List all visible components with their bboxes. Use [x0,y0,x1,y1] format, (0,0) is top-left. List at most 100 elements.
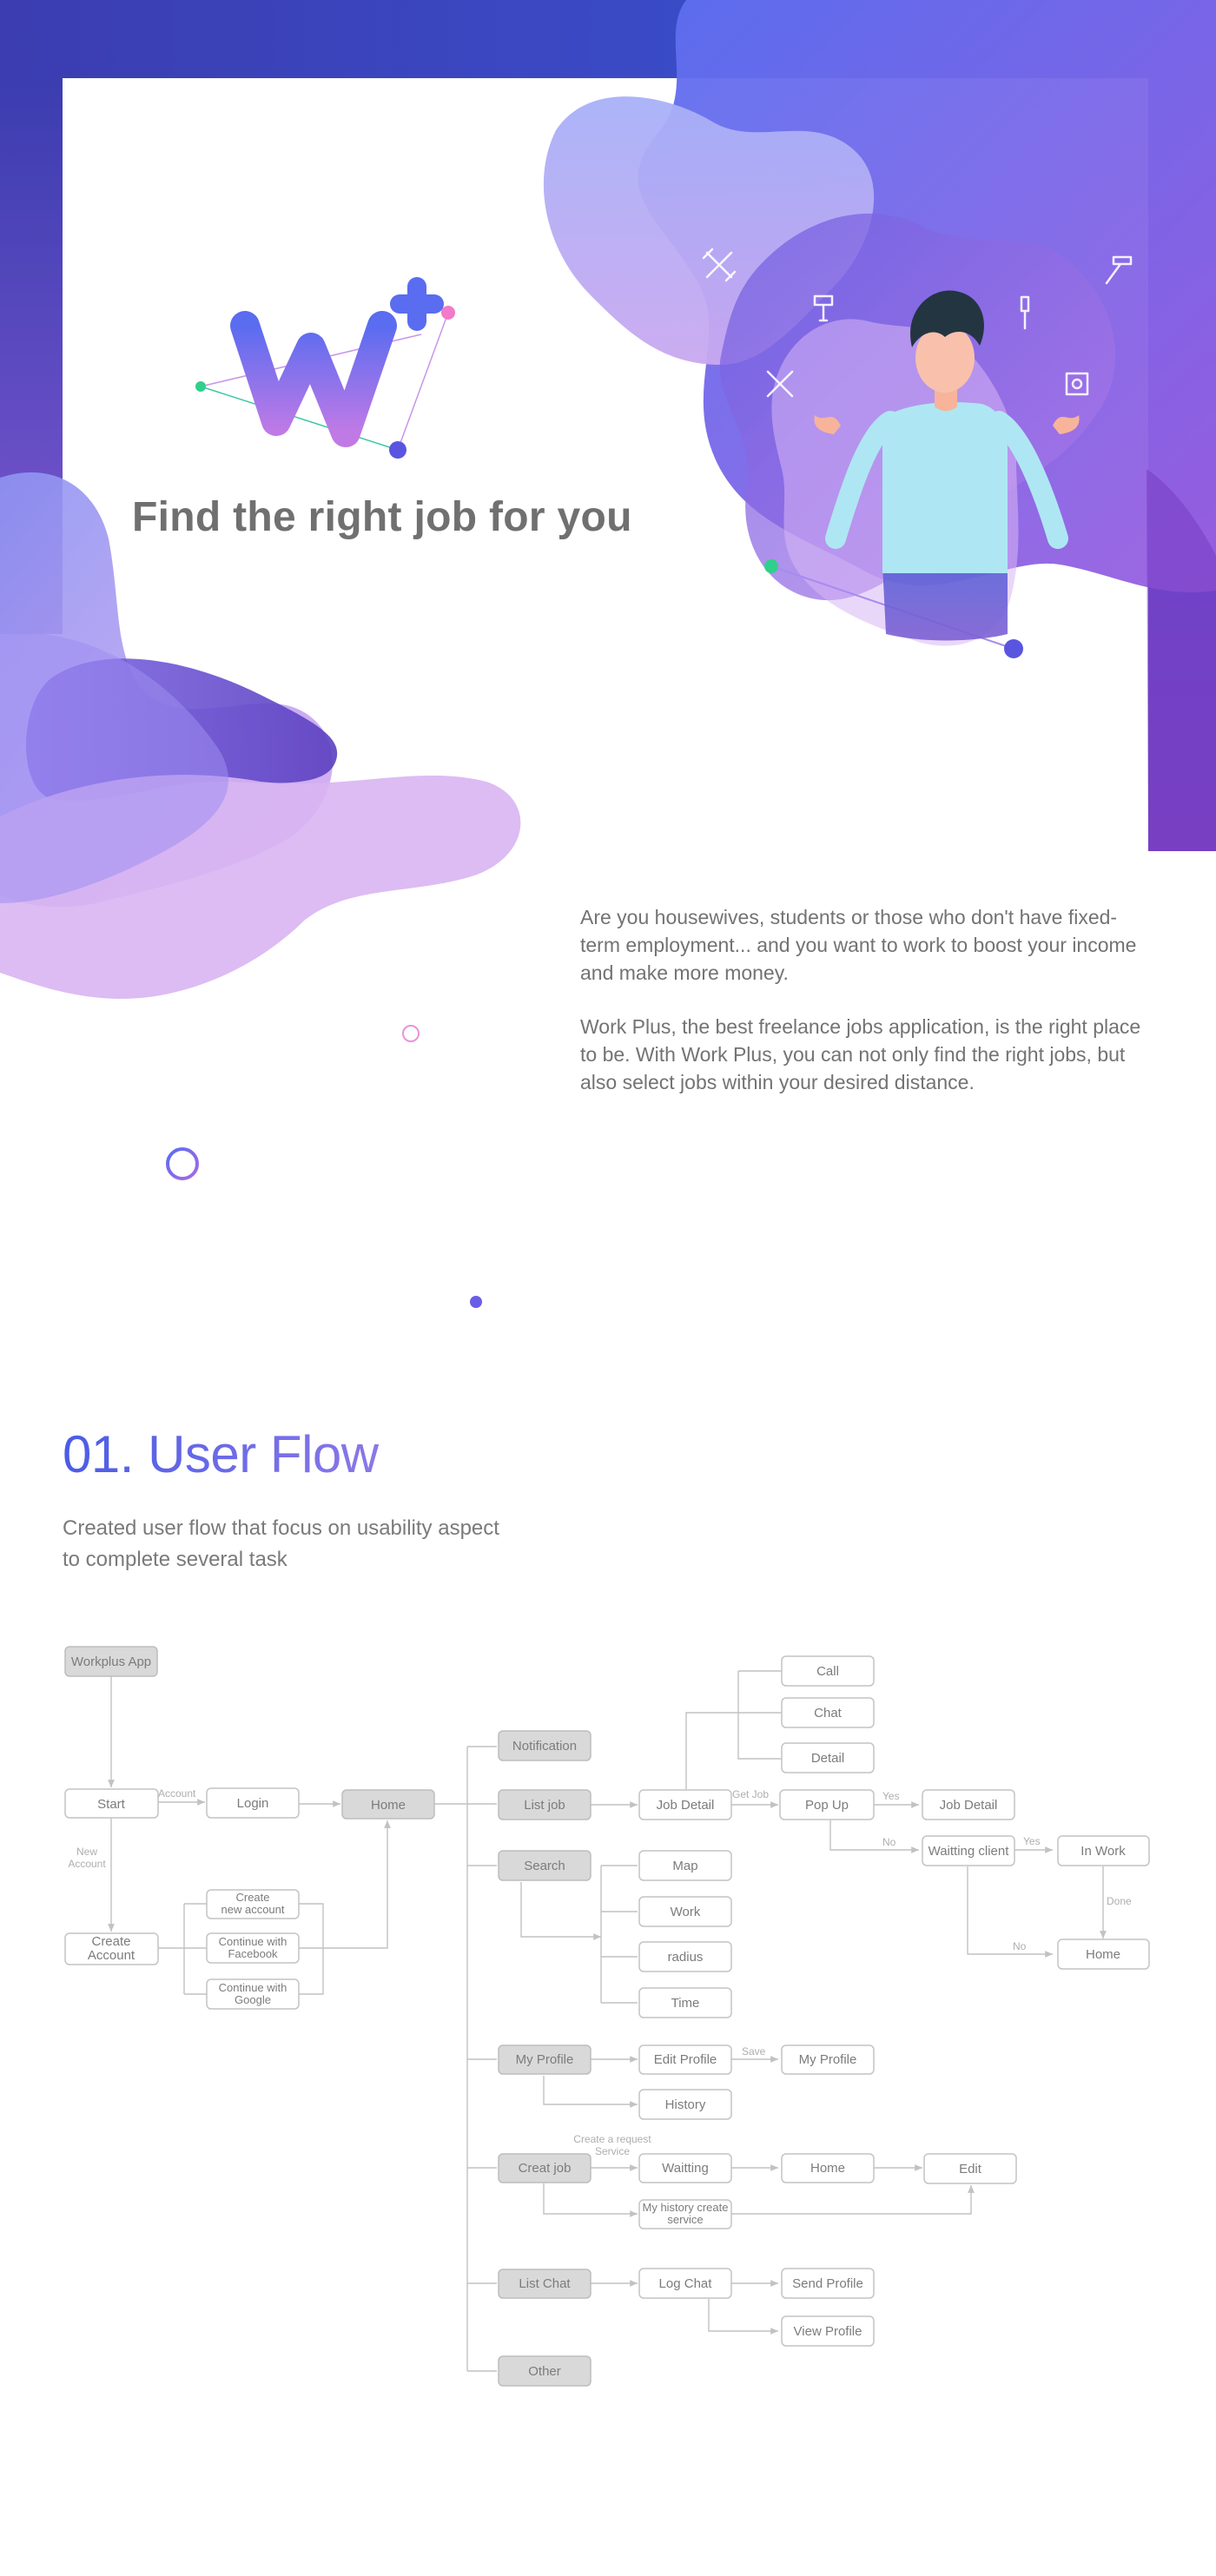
node-my-profile: My Profile [498,2044,591,2075]
svg-text:Continue with: Continue with [219,1981,287,1994]
node-home: Home [341,1789,435,1820]
edge-label-create-request: Create a request [573,2133,651,2145]
hero-title: Find the right job for you [132,494,632,540]
svg-text:List Chat: List Chat [519,2276,571,2291]
svg-text:View Profile: View Profile [794,2324,862,2339]
node-create-account: Create Account [64,1932,159,1965]
svg-text:Edit: Edit [959,2162,982,2176]
svg-text:Waitting: Waitting [662,2161,709,2176]
pink-ring [402,1025,420,1042]
svg-text:Waitting client: Waitting client [929,1844,1010,1859]
node-workplus-app: Workplus App [64,1646,158,1677]
svg-text:List job: List job [524,1798,565,1813]
svg-text:Chat: Chat [814,1706,843,1721]
node-log-chat: Log Chat [638,2268,732,2299]
svg-text:Time: Time [671,1996,700,2011]
edge-label-yes-1: Yes [882,1790,900,1802]
node-chat: Chat [781,1697,875,1728]
intro-paragraph-1: Are you housewives, students or those wh… [580,906,1137,984]
svg-text:service: service [667,2213,703,2226]
svg-text:Login: Login [237,1796,269,1811]
node-history: History [638,2089,732,2120]
flow-edges [108,1670,1107,2372]
svg-text:Search: Search [524,1859,565,1873]
edge-label-account: Account [158,1787,196,1800]
node-home-2: Home [1057,1939,1150,1970]
svg-text:In Work: In Work [1081,1844,1126,1859]
svg-text:Other: Other [528,2364,561,2379]
node-waitting-client: Waitting client [922,1835,1015,1866]
node-send-profile: Send Profile [781,2268,875,2299]
node-create-new-account: Create new account [206,1889,300,1919]
node-work: Work [638,1896,732,1927]
svg-text:My Profile: My Profile [799,2052,857,2067]
svg-text:Start: Start [97,1797,126,1812]
svg-text:Home: Home [1086,1947,1120,1962]
flow-nodes: Workplus App Start Login Home Create Acc… [64,1646,1150,2387]
node-start: Start [64,1788,159,1819]
edge-label-done: Done [1107,1895,1132,1907]
svg-text:Creat job: Creat job [519,2161,572,2176]
intro-paragraph-2: Work Plus, the best freelance jobs appli… [580,1015,1141,1093]
node-home-3: Home [781,2153,875,2183]
svg-text:Map: Map [672,1859,697,1873]
section-subtitle: Created user flow that focus on usabilit… [63,1516,499,1571]
svg-text:Call: Call [816,1664,839,1679]
node-map: Map [638,1850,732,1881]
node-radius: radius [638,1941,732,1972]
svg-text:Create: Create [235,1891,269,1904]
svg-text:Log Chat: Log Chat [659,2276,713,2291]
edge-label-create-request-2: Service [595,2145,630,2157]
svg-text:Edit Profile: Edit Profile [654,2052,717,2067]
edge-label-new-account-2: Account [68,1858,106,1870]
svg-text:History: History [665,2097,706,2112]
section-title: 01. User Flow [63,1425,379,1483]
node-continue-google: Continue with Google [206,1978,300,2010]
purple-dot [470,1296,482,1308]
svg-text:Job Detail: Job Detail [657,1798,715,1813]
node-in-work: In Work [1057,1835,1150,1866]
node-time: Time [638,1987,732,2018]
node-edit: Edit [923,2153,1017,2184]
edge-label-yes-2: Yes [1023,1835,1041,1847]
node-detail: Detail [781,1742,875,1773]
node-list-job: List job [498,1789,591,1820]
edge-label-new-account: New [76,1846,97,1858]
svg-text:Send Profile: Send Profile [792,2276,863,2291]
node-edit-profile: Edit Profile [638,2044,732,2075]
svg-text:Workplus App: Workplus App [71,1655,151,1669]
node-continue-facebook: Continue with Facebook [206,1932,300,1964]
edge-label-no-2: No [1013,1940,1027,1952]
node-job-detail: Job Detail [638,1789,732,1820]
svg-text:My history create: My history create [643,2201,729,2214]
node-pop-up: Pop Up [779,1789,875,1820]
svg-text:new account: new account [221,1903,285,1916]
node-waitting: Waitting [638,2153,732,2183]
svg-text:Continue with: Continue with [219,1935,287,1948]
svg-text:Google: Google [235,1993,271,2006]
edge-label-save: Save [742,2045,766,2057]
svg-text:Notification: Notification [512,1739,577,1754]
purple-ring [166,1147,199,1180]
node-my-history-create-service: My history create service [638,2199,732,2229]
edge-label-no-1: No [882,1836,896,1848]
user-flow-diagram: Account New Account Get Job Yes No Yes D… [64,1646,1150,2387]
svg-text:Detail: Detail [811,1751,844,1766]
node-list-chat: List Chat [498,2269,591,2299]
svg-text:Pop Up: Pop Up [805,1798,849,1813]
node-my-profile-2: My Profile [781,2044,875,2075]
edge-label-get-job: Get Job [732,1788,769,1800]
node-login: Login [206,1787,300,1819]
hero-illustration [0,0,1216,1308]
node-search: Search [498,1850,591,1881]
svg-text:Job Detail: Job Detail [940,1798,998,1813]
svg-text:Home: Home [371,1798,406,1813]
node-call: Call [781,1655,875,1687]
node-creat-job: Creat job [498,2153,591,2183]
svg-text:My Profile: My Profile [516,2052,574,2067]
node-view-profile: View Profile [781,2315,875,2347]
node-other: Other [498,2355,591,2387]
svg-text:radius: radius [668,1950,704,1965]
svg-text:Facebook: Facebook [228,1947,278,1960]
svg-text:Account: Account [88,1948,135,1963]
